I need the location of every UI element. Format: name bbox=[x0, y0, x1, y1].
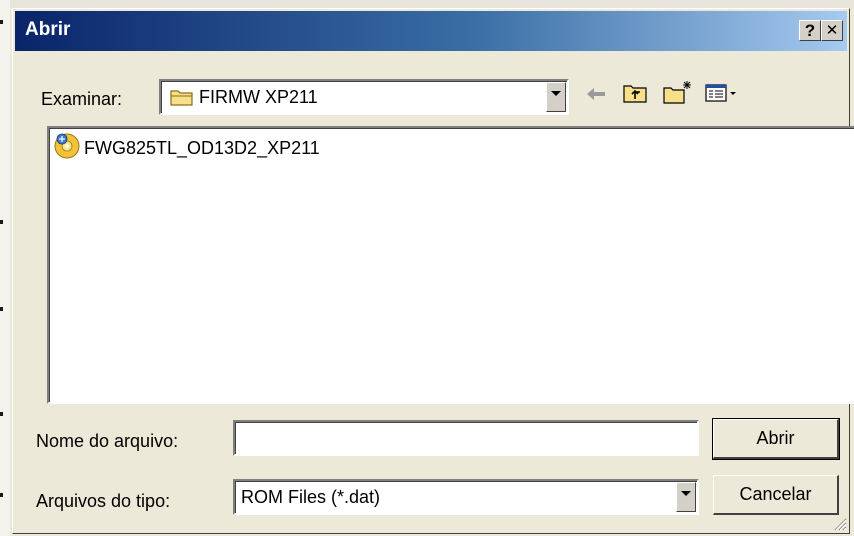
view-menu-icon[interactable] bbox=[705, 83, 741, 108]
file-type-label: Arquivos do tipo: bbox=[36, 491, 171, 511]
file-type-dropdown-button[interactable] bbox=[676, 482, 696, 512]
file-type-combo[interactable]: ROM Files (*.dat) bbox=[233, 479, 699, 515]
open-button[interactable]: Abrir bbox=[712, 418, 840, 460]
back-arrow-icon[interactable] bbox=[585, 85, 607, 108]
up-one-level-icon[interactable] bbox=[623, 81, 649, 110]
title-bar[interactable]: Abrir ? ✕ bbox=[15, 11, 847, 51]
background-window-top bbox=[10, 0, 854, 8]
file-name-input[interactable] bbox=[233, 420, 699, 456]
open-dialog: Abrir ? ✕ Examinar: FIRMW XP211 FWG825TL… bbox=[12, 8, 854, 534]
background-window-edge bbox=[0, 0, 10, 536]
edge-tick bbox=[0, 20, 3, 24]
help-button[interactable]: ? bbox=[799, 20, 821, 41]
file-list[interactable]: FWG825TL_OD13D2_XP211 bbox=[47, 126, 854, 404]
look-in-dropdown-button[interactable] bbox=[546, 82, 566, 112]
dialog-title: Abrir bbox=[25, 19, 71, 40]
close-button[interactable]: ✕ bbox=[821, 20, 843, 41]
file-name-label: FWG825TL_OD13D2_XP211 bbox=[84, 137, 320, 158]
folder-icon bbox=[170, 87, 194, 112]
create-new-folder-icon[interactable] bbox=[663, 79, 693, 110]
edge-tick bbox=[0, 412, 3, 416]
edge-tick bbox=[0, 220, 3, 224]
edge-tick bbox=[0, 493, 3, 497]
look-in-label: Examinar: bbox=[41, 89, 123, 109]
disc-file-icon bbox=[53, 132, 81, 165]
resize-grip-icon[interactable] bbox=[833, 517, 847, 531]
file-name-label: Nome do arquivo: bbox=[36, 431, 179, 451]
look-in-combo[interactable]: FIRMW XP211 bbox=[159, 79, 569, 115]
edge-tick bbox=[0, 307, 3, 311]
cancel-button[interactable]: Cancelar bbox=[713, 475, 839, 515]
look-in-value: FIRMW XP211 bbox=[199, 87, 318, 107]
list-item[interactable]: FWG825TL_OD13D2_XP211 bbox=[53, 132, 320, 165]
file-type-value: ROM Files (*.dat) bbox=[241, 487, 381, 507]
